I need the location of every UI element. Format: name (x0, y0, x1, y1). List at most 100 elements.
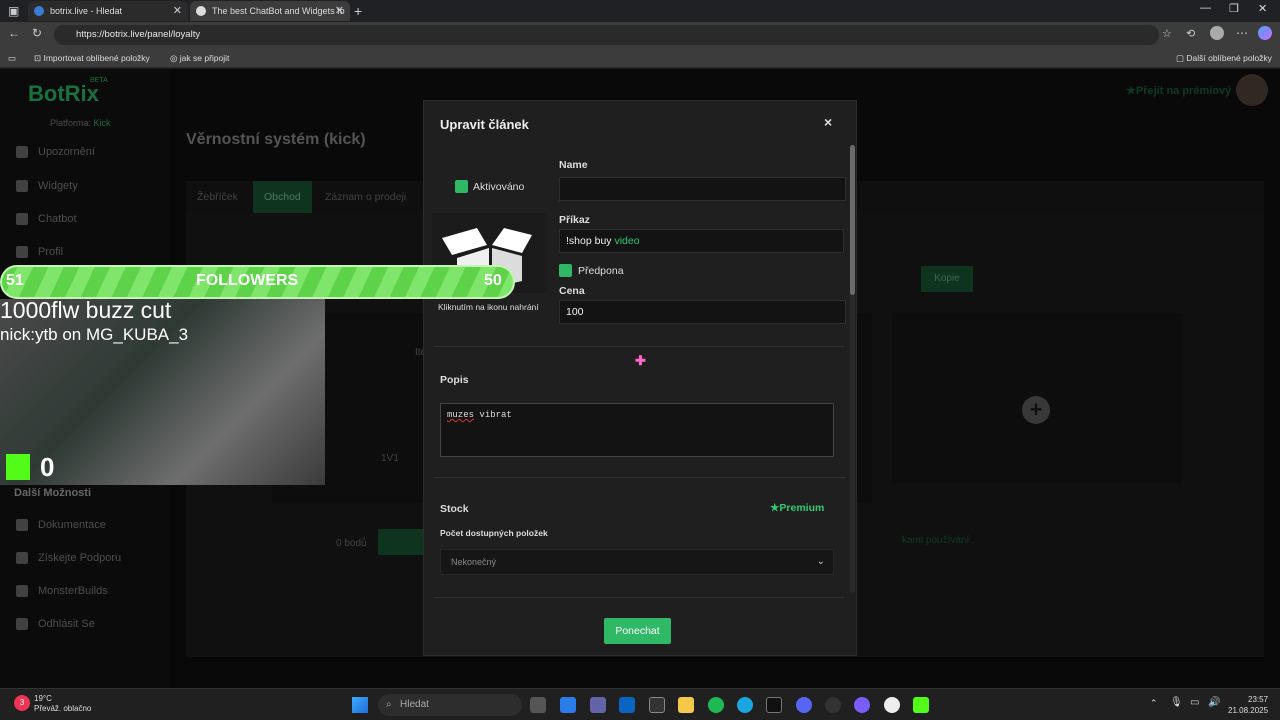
divider (434, 597, 844, 598)
browser-tab-botrix[interactable]: The best ChatBot and Widgets fo ✕ (190, 1, 350, 21)
windows-taskbar: 3 19°C Převáž. oblačno ⌕ Hledat ⌃ 🎙 ▭ 🔊 … (0, 688, 1280, 720)
search-placeholder: Hledat (400, 699, 429, 710)
stock-label: Stock (440, 503, 469, 515)
close-icon[interactable]: × (824, 114, 832, 130)
volume-icon[interactable]: 🔊 (1208, 697, 1220, 708)
app-icon[interactable] (854, 697, 870, 713)
overlay-goal-text: 1000flw buzz cut (0, 297, 172, 323)
bookmark-other[interactable]: ▢ Další oblíbené položky (1176, 53, 1272, 64)
overlay-nick-text: nick:ytb on MG_KUBA_3 (0, 325, 189, 344)
temperature: 19°C (34, 694, 52, 703)
copilot-icon[interactable] (1258, 26, 1272, 40)
command-input[interactable]: !shop buy video (559, 229, 844, 253)
name-label: Name (559, 159, 588, 171)
back-icon[interactable]: ← (8, 26, 20, 40)
modal-title: Upravit článek (440, 117, 529, 132)
description-misspelled-word: muzes (447, 410, 475, 420)
store-icon[interactable] (560, 697, 576, 713)
network-icon[interactable]: ▭ (1190, 697, 1199, 708)
address-toolbar: ← ↻ https://botrix.live/panel/loyalty ☆ … (0, 22, 1280, 48)
keep-button[interactable]: Ponechat (604, 618, 671, 644)
weather-badge: 3 (19, 698, 25, 707)
tiktok-icon[interactable] (766, 697, 782, 713)
divider (434, 477, 845, 478)
bookmark-label: jak se připojit (179, 53, 230, 63)
clock[interactable]: 23:57 21.08.2025 (1228, 694, 1268, 716)
bookmarks-bar: ▭ ⊡ Importovat oblíbené položky ◎ jak se… (0, 48, 1280, 68)
weather-alert-icon[interactable]: 3 (14, 695, 30, 711)
reload-icon[interactable]: ↻ (32, 26, 42, 40)
steam-icon[interactable] (825, 697, 841, 713)
available-label: Počet dostupných položek (440, 528, 548, 538)
chevron-down-icon: ⌄ (816, 556, 825, 567)
tray-overflow-icon[interactable]: ⌃ (1150, 698, 1158, 709)
teams-icon[interactable] (590, 697, 606, 713)
start-icon[interactable] (352, 697, 368, 713)
kick-logo-icon (6, 454, 30, 480)
weather-description: Převáž. oblačno (34, 704, 92, 713)
premium-badge-label: Premium (779, 502, 825, 514)
outlook-icon[interactable] (619, 697, 635, 713)
available-value: Nekonečný (451, 557, 497, 567)
description-text: vibrat (474, 410, 512, 420)
bookmark-import[interactable]: ⊡ Importovat oblíbené položky (34, 53, 150, 64)
tab-title: The best ChatBot and Widgets fo (212, 6, 345, 16)
price-input[interactable]: 100 (559, 300, 846, 324)
bookmark-label: Importovat oblíbené položky (43, 53, 150, 63)
available-select[interactable]: Nekonečný ⌄ (440, 549, 834, 575)
kick-app-icon[interactable] (913, 697, 929, 713)
microphone-icon[interactable]: 🎙 (1170, 697, 1183, 708)
tab-actions-icon[interactable]: ▣ (8, 4, 19, 18)
command-suffix: video (614, 235, 640, 247)
tab-title: botrix.live - Hledat (50, 6, 123, 16)
price-label: Cena (559, 285, 585, 297)
followers-current: 51 (6, 272, 24, 289)
epic-games-icon[interactable] (649, 697, 665, 713)
activated-label: Aktivováno (473, 181, 525, 193)
bookmarks-menu-icon[interactable]: ▭ (8, 53, 16, 64)
activated-checkbox[interactable] (455, 180, 468, 193)
discord-icon[interactable] (796, 697, 812, 713)
new-tab-icon[interactable]: + (354, 3, 362, 19)
description-label: Popis (440, 374, 469, 386)
url-input[interactable]: https://botrix.live/panel/loyalty (54, 25, 1159, 45)
cursor-crosshair-icon: ✚ (635, 353, 646, 368)
divider (434, 346, 844, 347)
bookmark-howto[interactable]: ◎ jak se připojit (170, 53, 229, 64)
premium-badge[interactable]: ★Premium (770, 502, 824, 514)
botrix-favicon-icon (196, 6, 206, 16)
history-icon[interactable]: ⟲ (1186, 27, 1195, 40)
upload-hint: Kliknutím na ikonu nahrání (438, 302, 539, 312)
browser-tab-search[interactable]: botrix.live - Hledat ✕ (28, 1, 188, 21)
bookmark-label: Další oblíbené položky (1186, 53, 1272, 63)
search-icon: ⌕ (386, 699, 392, 710)
profile-icon[interactable] (1210, 26, 1224, 40)
obs-icon[interactable] (884, 697, 900, 713)
command-prefix: !shop buy (566, 235, 615, 247)
more-menu-icon[interactable]: ⋯ (1236, 26, 1248, 40)
kick-count: 0 (40, 452, 55, 482)
time: 23:57 (1248, 695, 1269, 704)
followers-label: FOLLOWERS (196, 272, 299, 289)
maximize-icon[interactable]: ❐ (1229, 2, 1239, 15)
file-explorer-icon[interactable] (678, 697, 694, 713)
minimize-icon[interactable]: — (1200, 2, 1211, 14)
command-label: Příkaz (559, 214, 590, 226)
prefix-label: Předpona (578, 265, 624, 277)
weather-widget[interactable]: 19°C Převáž. oblačno (34, 694, 91, 714)
edit-item-modal: Upravit článek × Aktivováno Name Příkaz … (423, 100, 857, 656)
followers-goal: 50 (484, 272, 502, 289)
prefix-checkbox[interactable] (559, 264, 572, 277)
edge-icon[interactable] (737, 697, 753, 713)
description-textarea[interactable]: muzes vibrat (440, 403, 834, 457)
favorites-icon[interactable]: ☆ (1162, 27, 1172, 40)
modal-scrollbar-thumb[interactable] (850, 145, 855, 295)
close-tab-icon[interactable]: ✕ (335, 4, 344, 17)
spotify-icon[interactable] (708, 697, 724, 713)
taskbar-search[interactable]: ⌕ Hledat (378, 694, 522, 716)
task-view-icon[interactable] (530, 697, 546, 713)
close-window-icon[interactable]: ✕ (1258, 2, 1267, 15)
name-input[interactable] (559, 177, 846, 201)
date: 21.08.2025 (1228, 706, 1269, 715)
close-tab-icon[interactable]: ✕ (173, 4, 182, 17)
